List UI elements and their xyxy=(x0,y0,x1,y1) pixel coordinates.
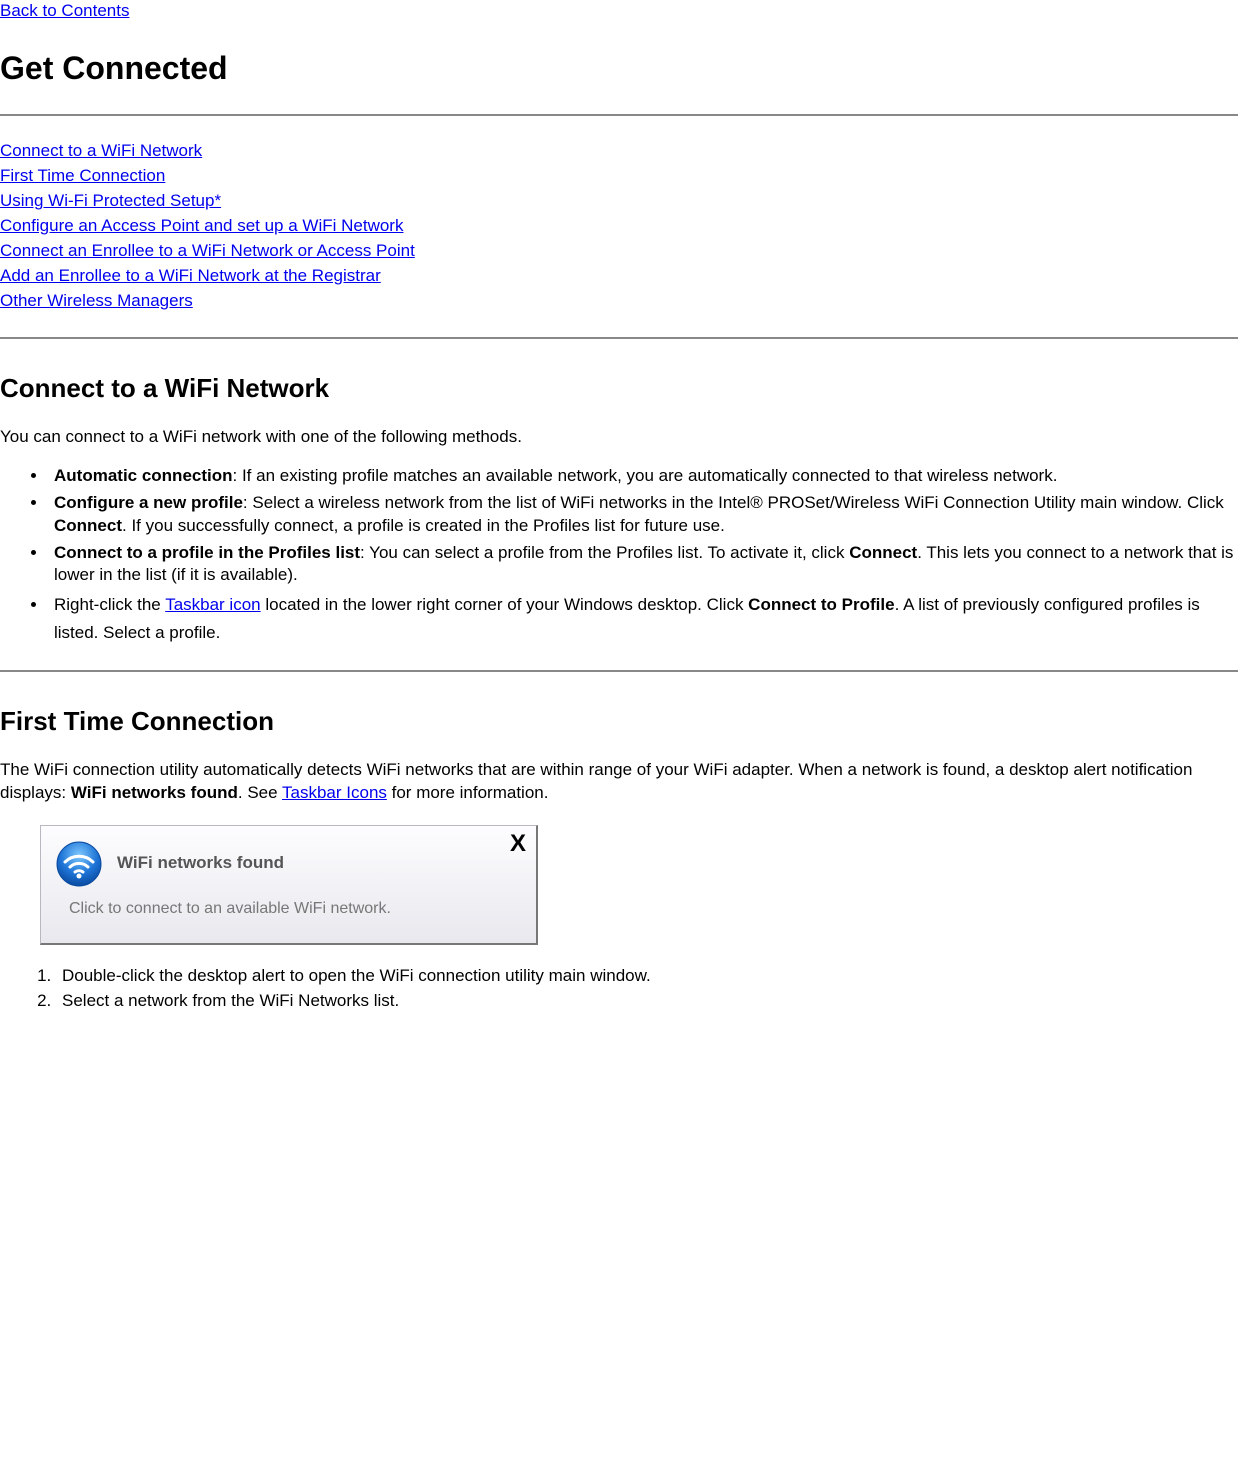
toc-link-add-enrollee[interactable]: Add an Enrollee to a WiFi Network at the… xyxy=(0,266,381,285)
notification-body: Click to connect to an available WiFi ne… xyxy=(69,898,522,920)
list-item-text: : Select a wireless network from the lis… xyxy=(243,493,1224,512)
list-item-label: Connect to a profile in the Profiles lis… xyxy=(54,543,360,562)
list-item-text: : If an existing profile matches an avai… xyxy=(233,466,1058,485)
list-item: Select a network from the WiFi Networks … xyxy=(56,990,1238,1013)
list-item-text: : You can select a profile from the Prof… xyxy=(360,543,849,562)
taskbar-icons-link[interactable]: Taskbar Icons xyxy=(282,783,387,802)
bold-connect: Connect xyxy=(849,543,917,562)
steps-list: Double-click the desktop alert to open t… xyxy=(0,965,1238,1013)
bold-connect: Connect xyxy=(54,516,122,535)
list-item-text: . If you successfully connect, a profile… xyxy=(122,516,725,535)
list-item-text: located in the lower right corner of you… xyxy=(261,595,749,614)
bold-connect-profile: Connect to Profile xyxy=(748,595,894,614)
toc-link-other-managers[interactable]: Other Wireless Managers xyxy=(0,291,193,310)
methods-list: Automatic connection: If an existing pro… xyxy=(0,465,1238,646)
list-item-label: Configure a new profile xyxy=(54,493,243,512)
bold-wifi-found: WiFi networks found xyxy=(71,783,238,802)
list-item-label: Automatic connection xyxy=(54,466,233,485)
list-item: Right-click the Taskbar icon located in … xyxy=(48,591,1238,645)
toc-link-configure-ap[interactable]: Configure an Access Point and set up a W… xyxy=(0,216,403,235)
divider xyxy=(0,670,1238,672)
taskbar-icon-link[interactable]: Taskbar icon xyxy=(165,595,260,614)
paragraph-text: . See xyxy=(238,783,282,802)
section-heading-connect: Connect to a WiFi Network xyxy=(0,371,1238,406)
page-title: Get Connected xyxy=(0,47,1238,90)
section-intro: You can connect to a WiFi network with o… xyxy=(0,426,1238,449)
list-item: Connect to a profile in the Profiles lis… xyxy=(48,542,1238,588)
toc-link-connect-enrollee[interactable]: Connect an Enrollee to a WiFi Network or… xyxy=(0,241,415,260)
toc: Connect to a WiFi Network First Time Con… xyxy=(0,140,1238,313)
close-icon[interactable]: X xyxy=(510,832,526,856)
toc-link-wps[interactable]: Using Wi-Fi Protected Setup* xyxy=(0,191,221,210)
wifi-icon xyxy=(55,840,103,888)
section-paragraph: The WiFi connection utility automaticall… xyxy=(0,759,1238,805)
list-item-text: Right-click the xyxy=(54,595,165,614)
back-to-contents-link[interactable]: Back to Contents xyxy=(0,1,129,20)
divider xyxy=(0,114,1238,116)
divider xyxy=(0,337,1238,339)
toc-link-connect[interactable]: Connect to a WiFi Network xyxy=(0,141,202,160)
section-heading-first-time: First Time Connection xyxy=(0,704,1238,739)
list-item: Automatic connection: If an existing pro… xyxy=(48,465,1238,488)
toc-link-first-time[interactable]: First Time Connection xyxy=(0,166,165,185)
desktop-alert-notification[interactable]: X WiFi networks found xyxy=(40,825,538,946)
notification-title: WiFi networks found xyxy=(117,852,284,875)
list-item: Double-click the desktop alert to open t… xyxy=(56,965,1238,988)
paragraph-text: for more information. xyxy=(387,783,549,802)
list-item: Configure a new profile: Select a wirele… xyxy=(48,492,1238,538)
